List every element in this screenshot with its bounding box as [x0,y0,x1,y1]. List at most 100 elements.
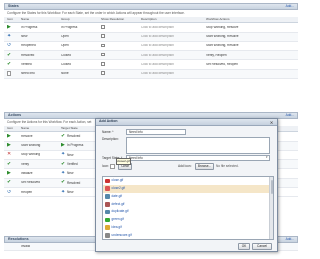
icon-list-scrollbar[interactable] [269,177,273,239]
icon-list-item[interactable]: close2.gif [103,184,273,193]
name-input[interactable]: Need Info [126,129,186,135]
dialog-title-bar[interactable]: Add Action ✕ [96,119,277,126]
show-resolution-checkbox[interactable] [101,25,105,29]
col-target-state[interactable]: Target State [58,127,98,130]
action-name: Start Working [21,144,41,148]
state-group: Open [61,44,69,48]
icon-filename: date.gif [111,193,122,198]
action-target-label: Resolved [67,180,81,185]
icon-cell: ✔ [4,62,18,67]
gif-icon [105,233,110,238]
state-description[interactable]: Click to add description [138,63,203,66]
show-resolution-checkbox[interactable] [101,71,105,75]
action-target-state: ✔ Resolved [58,134,98,139]
table-row[interactable]: ▶ In Progress In Progress Click to add desc… [4,23,298,33]
states-add-link[interactable]: Add... [286,4,294,8]
col-icon: Icon [7,127,13,131]
browse-button[interactable]: Browse... [195,163,214,170]
close-icon[interactable]: ✕ [269,120,274,125]
col-group[interactable]: Group [58,18,98,21]
table-row[interactable]: ✦ New Open Click to add description Start Wo… [4,32,298,42]
action-name: Resolve [21,134,33,138]
new-icon: ✦ [61,152,66,158]
show-resolution-cell [98,52,138,58]
show-resolution-checkbox[interactable] [101,52,105,57]
col-name[interactable]: Name [18,127,58,130]
state-name: In Progress [21,25,38,29]
icon-items: close.gif close2.gif date.gif defect.gif dup… [103,177,273,239]
actions-add-link[interactable]: Add... [286,113,294,117]
icon-list-item[interactable]: idea.gif [103,224,273,232]
show-resolution-cell [98,25,138,30]
state-group: None [61,72,69,76]
gif-icon [105,217,110,223]
state-group: In Progress [61,25,78,29]
icon-list-item[interactable]: underscore.gif [103,232,273,239]
icon-cell: ✔ [4,162,18,167]
verified-icon: ✔ [7,62,12,68]
cancel-button[interactable]: Cancel [252,243,272,250]
gif-icon [105,194,110,199]
state-description[interactable]: Click to add description [138,44,203,47]
target-state-select[interactable]: Need Info [126,155,270,161]
state-name: Reopened [21,44,36,48]
gif-icon [105,186,110,191]
chevron-down-icon[interactable]: ▾ [266,156,268,159]
icon-list-item[interactable]: date.gif [103,193,273,201]
verified-icon: ✔ [61,161,66,167]
state-description[interactable]: Click to add description [138,54,203,57]
action-target-label: New [67,171,74,176]
state-name: Verified [21,62,32,66]
state-description[interactable]: Click to add description [138,26,203,29]
action-name: Initialize [21,171,33,175]
ok-button[interactable]: OK [238,243,250,250]
states-description: Configure the States for this Workflow. … [7,11,185,15]
icon-filename: underscore.gif [111,232,132,237]
description-textarea[interactable] [126,137,270,154]
icon-list: close.gif close2.gif date.gif defect.gif dup… [102,176,274,240]
dialog-title: Add Action [99,119,118,124]
show-resolution-checkbox[interactable] [101,62,105,66]
set-resolved-icon: ✔ [7,180,12,186]
gif-icon [105,225,110,230]
state-name: New [21,35,28,39]
icon-cell: ✔ [4,53,18,58]
show-resolution-checkbox[interactable] [101,43,105,48]
show-resolution-cell [98,34,138,39]
new-icon: ✦ [7,34,12,40]
table-row[interactable]: ✔ Verified Closed Click to add description S… [4,60,298,70]
table-row[interactable]: Need Info None Click to add description [4,69,298,79]
icon-cell: ✔ [4,180,18,185]
verify-icon: ✔ [7,161,12,167]
icon-cell: ↺ [4,43,18,48]
action-name: Reopen [21,190,33,194]
action-target-state: ▶ In Progress [58,143,98,148]
resolve-icon: ▶ [7,133,11,139]
scrollbar-thumb[interactable] [270,180,273,194]
reopened-icon: ↺ [7,43,12,49]
reopen-icon: ↺ [7,189,12,195]
show-resolution-checkbox[interactable] [101,34,105,38]
resolutions-add-link[interactable]: Add... [286,237,294,241]
icon-list-item[interactable]: close.gif [103,177,273,185]
actions-title: Actions [8,112,22,117]
icon-list-item[interactable]: defect.gif [103,200,273,208]
action-target-label: New [67,189,74,194]
action-target-label: In Progress [67,143,84,148]
table-row[interactable]: ✔ Resolved Closed Click to add description V… [4,51,298,61]
initialize-icon: ▶ [7,171,11,177]
action-target-state: ✦ New [58,152,98,157]
icon-list-item[interactable]: green.gif [103,216,273,224]
show-resolution-cell [98,43,138,49]
icon-preview [110,164,115,169]
table-row[interactable]: ↺ Reopened Open Click to add description Sta… [4,42,298,52]
icon-cell: ▶ [4,134,18,139]
state-group: Open [61,35,69,39]
col-name[interactable]: Name [18,18,58,21]
state-description[interactable]: Click to add description [138,35,203,38]
icon-list-item[interactable]: duplicate.gif [103,208,273,216]
add-action-dialog: Add Action ✕ Name: * Need Info Descripti… [95,118,278,252]
state-description[interactable]: Click to add description [138,72,203,75]
icon-cell: ▶ [4,171,18,176]
icon-cell: ↺ [4,190,18,195]
